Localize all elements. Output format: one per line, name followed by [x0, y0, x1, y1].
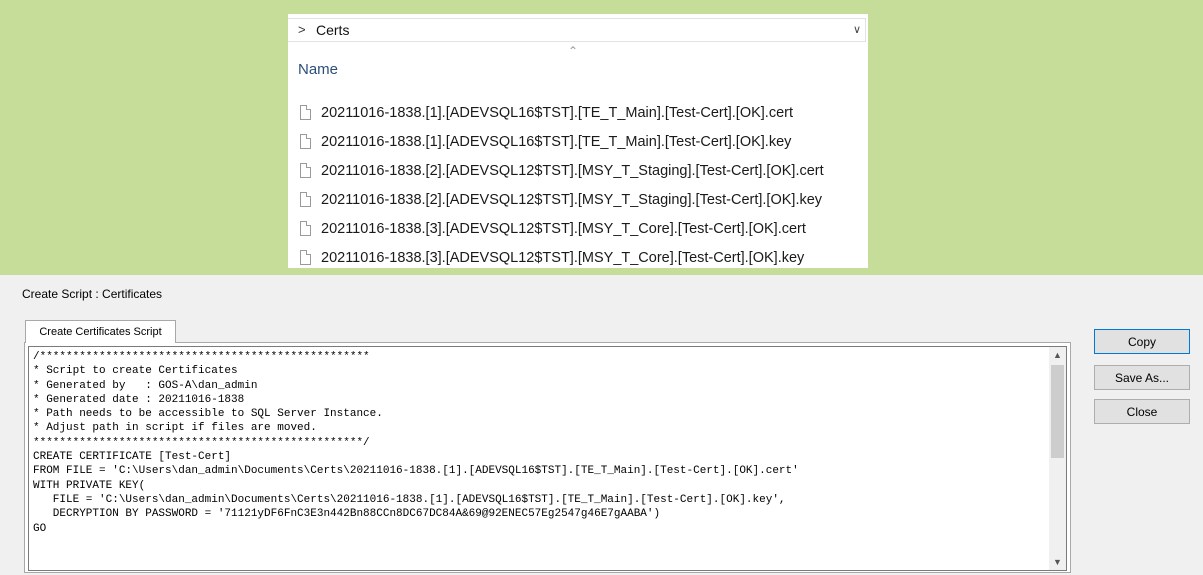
file-item[interactable]: 20211016-1838.[3].[ADEVSQL12$TST].[MSY_T…	[300, 243, 824, 272]
scroll-up-arrow-icon[interactable]: ▲	[1049, 347, 1066, 363]
address-bar[interactable]: > Certs ∨	[288, 18, 866, 42]
scrollbar-thumb[interactable]	[1051, 365, 1064, 458]
sort-ascending-icon: ⌃	[568, 44, 579, 58]
file-name: 20211016-1838.[3].[ADEVSQL12$TST].[MSY_T…	[321, 220, 806, 237]
file-name: 20211016-1838.[1].[ADEVSQL16$TST].[TE_T_…	[321, 104, 794, 121]
file-icon	[300, 163, 311, 178]
script-line: * Adjust path in script if files are mov…	[33, 422, 317, 435]
chevron-down-icon[interactable]: ∨	[853, 23, 861, 36]
file-name: 20211016-1838.[2].[ADEVSQL12$TST].[MSY_T…	[321, 162, 824, 179]
script-line: FROM FILE = 'C:\Users\dan_admin\Document…	[33, 465, 799, 478]
file-name: 20211016-1838.[2].[ADEVSQL12$TST].[MSY_T…	[321, 191, 823, 208]
file-list: 20211016-1838.[1].[ADEVSQL16$TST].[TE_T_…	[300, 98, 824, 272]
copy-button[interactable]: Copy	[1094, 329, 1190, 354]
tab-panel: /***************************************…	[24, 342, 1071, 573]
script-line: WITH PRIVATE KEY(	[33, 479, 146, 492]
file-icon	[300, 105, 311, 120]
file-icon	[300, 192, 311, 207]
script-line: * Script to create Certificates	[33, 365, 238, 378]
script-text[interactable]: /***************************************…	[33, 350, 799, 536]
breadcrumb-separator[interactable]: >	[298, 22, 306, 37]
save-as-button[interactable]: Save As...	[1094, 365, 1190, 390]
script-line: CREATE CERTIFICATE [Test-Cert]	[33, 451, 232, 464]
file-icon	[300, 250, 311, 265]
file-icon	[300, 134, 311, 149]
script-line: * Path needs to be accessible to SQL Ser…	[33, 408, 383, 421]
breadcrumb-certs[interactable]: Certs	[316, 22, 349, 38]
column-header-name[interactable]: Name	[298, 61, 338, 78]
close-button[interactable]: Close	[1094, 399, 1190, 424]
file-item[interactable]: 20211016-1838.[1].[ADEVSQL16$TST].[TE_T_…	[300, 98, 824, 127]
file-item[interactable]: 20211016-1838.[3].[ADEVSQL12$TST].[MSY_T…	[300, 214, 824, 243]
script-line: FILE = 'C:\Users\dan_admin\Documents\Cer…	[33, 493, 786, 506]
script-line: * Generated date : 20211016-1838	[33, 393, 245, 406]
script-line: DECRYPTION BY PASSWORD = '71121yDF6FnC3E…	[33, 508, 661, 521]
file-item[interactable]: 20211016-1838.[2].[ADEVSQL12$TST].[MSY_T…	[300, 185, 824, 214]
script-textarea[interactable]: /***************************************…	[28, 346, 1067, 571]
file-name: 20211016-1838.[1].[ADEVSQL16$TST].[TE_T_…	[321, 133, 792, 150]
tab-create-certificates-script[interactable]: Create Certificates Script	[25, 320, 176, 343]
file-icon	[300, 221, 311, 236]
file-item[interactable]: 20211016-1838.[1].[ADEVSQL16$TST].[TE_T_…	[300, 127, 824, 156]
script-line: GO	[33, 522, 47, 535]
create-script-dialog: Create Script : Certificates Create Cert…	[0, 275, 1203, 575]
dialog-title: Create Script : Certificates	[22, 287, 163, 301]
script-line: * Generated by : GOS-A\dan_admin	[33, 379, 258, 392]
file-explorer-panel: > Certs ∨ ⌃ Name 20211016-1838.[1].[ADEV…	[288, 14, 868, 268]
file-item[interactable]: 20211016-1838.[2].[ADEVSQL12$TST].[MSY_T…	[300, 156, 824, 185]
script-line: ****************************************…	[33, 436, 370, 449]
scroll-down-arrow-icon[interactable]: ▼	[1049, 554, 1066, 570]
script-line: /***************************************…	[33, 351, 370, 363]
file-name: 20211016-1838.[3].[ADEVSQL12$TST].[MSY_T…	[321, 249, 805, 266]
vertical-scrollbar[interactable]: ▲ ▼	[1049, 347, 1066, 570]
